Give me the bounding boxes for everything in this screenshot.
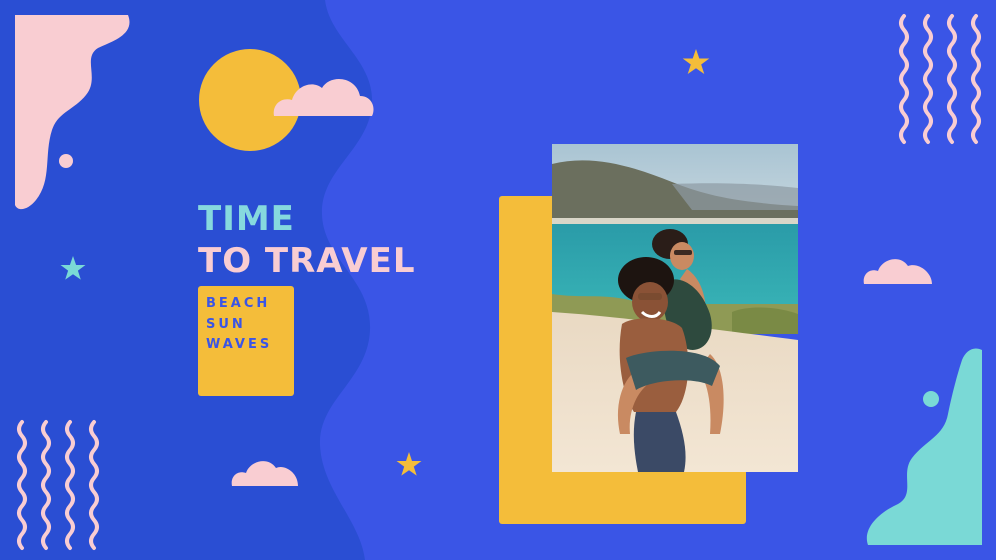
tagline-box: BEACH SUN WAVES	[198, 286, 294, 396]
headline-line-2: TO TRAVEL	[198, 241, 416, 281]
beach-photo-illustration	[552, 144, 798, 472]
cloud-icon	[863, 259, 932, 284]
tagline-word-2: SUN	[206, 317, 246, 332]
beach-photo	[552, 144, 798, 472]
mint-blob-bottom-right	[866, 348, 982, 545]
background-art	[0, 0, 982, 560]
tagline-word-1: BEACH	[206, 296, 271, 311]
mint-dot-right	[923, 391, 939, 407]
headline-line-1: TIME	[198, 199, 295, 239]
travel-banner: TIME TO TRAVEL BEACH SUN WAVES	[0, 0, 996, 560]
wavy-lines-icon	[899, 14, 981, 144]
tagline-word-3: WAVES	[206, 337, 273, 352]
pink-dot-left	[59, 154, 73, 168]
star-icon	[682, 49, 710, 74]
star-icon	[396, 452, 422, 476]
